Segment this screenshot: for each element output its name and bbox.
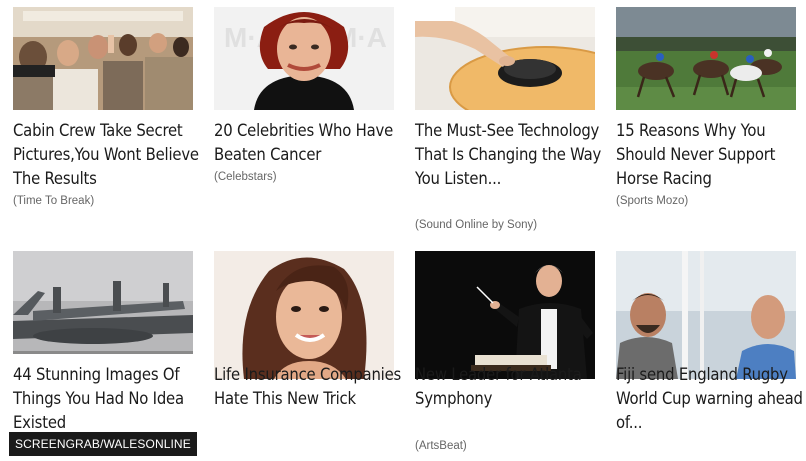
card-thumbnail-celebrity-portrait[interactable]: M·A·C M·A <box>214 7 394 110</box>
card-headline[interactable]: 44 Stunning Images Of Things You Had No … <box>13 363 203 435</box>
card-headline[interactable]: 15 Reasons Why You Should Never Support … <box>616 119 806 191</box>
card-source: (Sound Online by Sony) <box>415 219 538 231</box>
card-thumbnail-headphones[interactable] <box>415 7 595 110</box>
sponsored-card[interactable]: Fiji send England Rugby World Cup warnin… <box>616 251 803 461</box>
card-thumbnail-horse-race[interactable] <box>616 7 796 110</box>
card-headline[interactable]: Cabin Crew Take Secret Pictures,You Wont… <box>13 119 203 191</box>
card-source: (Celebstars) <box>214 171 277 183</box>
sponsored-card[interactable]: The Must-See Technology That Is Changing… <box>415 7 601 241</box>
card-thumbnail-conductor[interactable] <box>415 251 595 379</box>
sponsored-card[interactable]: New Leader for Atlanta Symphony (ArtsBea… <box>415 251 595 461</box>
sponsored-card[interactable]: Cabin Crew Take Secret Pictures,You Wont… <box>13 7 199 217</box>
card-thumbnail-airplane-cabin[interactable] <box>13 7 193 110</box>
sponsored-card[interactable]: Life Insurance Companies Hate This New T… <box>214 251 401 461</box>
card-source: (Time To Break) <box>13 195 95 207</box>
card-headline[interactable]: Life Insurance Companies Hate This New T… <box>214 363 404 411</box>
sponsored-content-grid: Cabin Crew Take Secret Pictures,You Wont… <box>0 0 806 461</box>
sponsored-card[interactable]: 15 Reasons Why You Should Never Support … <box>616 7 796 217</box>
card-thumbnail-seaplane[interactable] <box>13 251 193 354</box>
sponsored-card[interactable]: M·A·C M·A 20 Celebrities Who Have Beaten… <box>214 7 394 192</box>
card-thumbnail-smiling-woman[interactable] <box>214 251 394 379</box>
card-source: (Sports Mozo) <box>616 195 689 207</box>
image-credit-watermark: SCREENGRAB/WALESONLINE <box>9 432 197 456</box>
card-headline[interactable]: New Leader for Atlanta Symphony <box>415 363 605 411</box>
card-headline[interactable]: Fiji send England Rugby World Cup warnin… <box>616 363 806 435</box>
card-thumbnail-rugby-players[interactable] <box>616 251 796 379</box>
card-source: (ArtsBeat) <box>415 440 467 452</box>
card-headline[interactable]: 20 Celebrities Who Have Beaten Cancer <box>214 119 404 167</box>
sponsored-card[interactable]: 44 Stunning Images Of Things You Had No … <box>13 251 193 461</box>
card-headline[interactable]: The Must-See Technology That Is Changing… <box>415 119 605 191</box>
